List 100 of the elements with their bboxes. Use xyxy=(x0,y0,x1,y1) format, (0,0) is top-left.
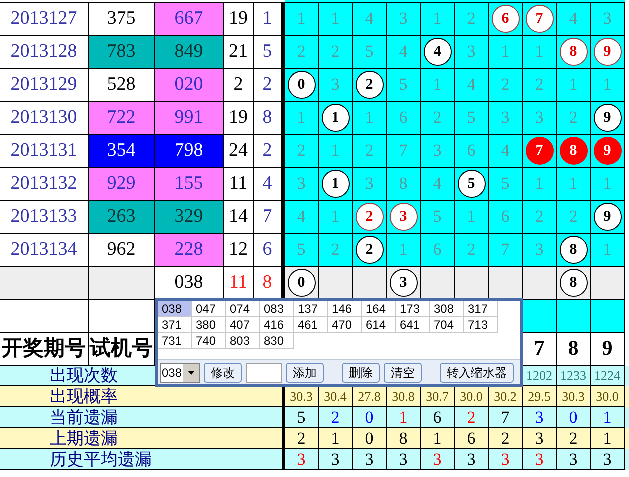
miss-count: 3 xyxy=(501,107,510,130)
number-list-item[interactable]: 137 xyxy=(294,301,328,317)
toolbar-button[interactable]: 清空 xyxy=(384,363,422,383)
number-list-item[interactable]: 461 xyxy=(294,317,328,333)
miss-count: 1 xyxy=(603,173,612,196)
number-cell: 798 xyxy=(155,135,224,168)
number-cell: 329 xyxy=(155,201,224,234)
miss-count: 1 xyxy=(535,173,544,196)
number-select[interactable]: 038 xyxy=(160,363,200,383)
miss-count: 7 xyxy=(501,239,510,262)
miss-count: 5 xyxy=(297,239,306,262)
miss-count: 1 xyxy=(331,8,340,30)
row-label: 出现概率 xyxy=(50,388,118,404)
number-list-item[interactable]: 380 xyxy=(192,317,226,333)
number-list-item[interactable]: 416 xyxy=(260,317,294,333)
miss-count: 2 xyxy=(297,140,306,162)
stat-cell: 3 xyxy=(387,449,421,470)
number-list-item[interactable]: 614 xyxy=(362,317,396,333)
miss-count: 2 xyxy=(433,107,442,130)
row-label: 上期遗漏 xyxy=(50,430,118,446)
miss-count: 5 xyxy=(467,107,476,130)
number-list-item[interactable]: 074 xyxy=(226,301,260,317)
toolbar-button[interactable]: 删除 xyxy=(342,363,380,383)
number-list-item[interactable]: 371 xyxy=(158,317,192,333)
number-cell: 929 xyxy=(89,168,155,201)
table-cell: 14 xyxy=(224,201,254,234)
miss-count: 4 xyxy=(365,8,374,30)
miss-count: 2 xyxy=(501,74,510,96)
table-cell: 21 xyxy=(224,36,254,69)
miss-count: 2 xyxy=(467,239,476,262)
number-cell: 020 xyxy=(155,69,224,102)
number-cell: 528 xyxy=(89,69,155,102)
number-cell: 155 xyxy=(155,168,224,201)
number-list-item[interactable]: 470 xyxy=(328,317,362,333)
miss-count: 1 xyxy=(433,74,442,96)
toolbar-button[interactable]: 转入缩水器 xyxy=(440,363,514,383)
miss-count: 5 xyxy=(399,74,408,96)
miss-count: 1 xyxy=(365,107,374,130)
table-cell: 24 xyxy=(224,135,254,168)
number-list-item[interactable]: 317 xyxy=(464,301,498,317)
number-list-item[interactable]: 740 xyxy=(192,333,226,349)
number-cell: 991 xyxy=(155,102,224,135)
miss-count: 4 xyxy=(501,140,510,162)
miss-count: 3 xyxy=(535,107,544,130)
number-list-item[interactable]: 704 xyxy=(430,317,464,333)
number-cell: 228 xyxy=(155,234,224,267)
number-list-item[interactable]: 083 xyxy=(260,301,294,317)
miss-count: 2 xyxy=(297,41,306,64)
miss-count: 3 xyxy=(433,140,442,162)
number-list-item[interactable]: 308 xyxy=(430,301,464,317)
number-cell: 354 xyxy=(89,135,155,168)
miss-count: 6 xyxy=(501,206,510,228)
number-list-item[interactable]: 641 xyxy=(396,317,430,333)
input-field[interactable] xyxy=(246,363,282,383)
number-list-item[interactable]: 731 xyxy=(158,333,192,349)
miss-count: 5 xyxy=(501,173,510,196)
miss-count: 3 xyxy=(365,173,374,196)
table-cell: 2 xyxy=(224,69,254,102)
number-list-item[interactable]: 164 xyxy=(362,301,396,317)
number-list-item[interactable]: 713 xyxy=(464,317,498,333)
miss-count: 2 xyxy=(365,140,374,162)
miss-count: 2 xyxy=(535,206,544,228)
number-list-item[interactable]: 146 xyxy=(328,301,362,317)
number-list-item[interactable]: 803 xyxy=(226,333,260,349)
miss-count: 1 xyxy=(399,239,408,262)
miss-count: 1 xyxy=(297,107,306,130)
toolbar-button[interactable]: 添加 xyxy=(286,363,324,383)
miss-count: 1 xyxy=(501,41,510,64)
stat-cell: 3 xyxy=(285,449,319,470)
row-label: 出现次数 xyxy=(50,367,118,384)
dropdown-arrow-icon xyxy=(188,371,195,375)
row-label: 历史平均遗漏 xyxy=(50,450,152,468)
miss-count: 1 xyxy=(331,206,340,228)
miss-count: 2 xyxy=(569,107,578,130)
stat-cell: 3 xyxy=(455,449,489,470)
number-list-item[interactable]: 038 xyxy=(158,301,192,317)
number-list-item[interactable]: 407 xyxy=(226,317,260,333)
stat-cell: 3 xyxy=(591,449,625,470)
miss-count: 4 xyxy=(297,206,306,228)
miss-count: 3 xyxy=(297,173,306,196)
stat-cell: 3 xyxy=(421,449,455,470)
miss-count: 3 xyxy=(399,8,408,30)
miss-count: 7 xyxy=(399,140,408,162)
miss-count: 6 xyxy=(433,239,442,262)
table-cell: 19 xyxy=(224,3,254,36)
row-label: 当前遗漏 xyxy=(50,408,118,426)
miss-count: 4 xyxy=(569,8,578,30)
number-list-item[interactable]: 173 xyxy=(396,301,430,317)
stat-cell: 3 xyxy=(489,449,523,470)
number-cell: 849 xyxy=(155,36,224,69)
number-list-item[interactable]: 047 xyxy=(192,301,226,317)
miss-count: 1 xyxy=(569,173,578,196)
miss-count: 2 xyxy=(569,206,578,228)
miss-count: 4 xyxy=(467,74,476,96)
miss-count: 2 xyxy=(467,8,476,30)
number-cell: 783 xyxy=(89,36,155,69)
table-cell: 12 xyxy=(224,234,254,267)
number-list-item[interactable]: 830 xyxy=(260,333,294,349)
miss-count: 4 xyxy=(399,41,408,64)
toolbar-button[interactable]: 修改 xyxy=(204,363,242,383)
